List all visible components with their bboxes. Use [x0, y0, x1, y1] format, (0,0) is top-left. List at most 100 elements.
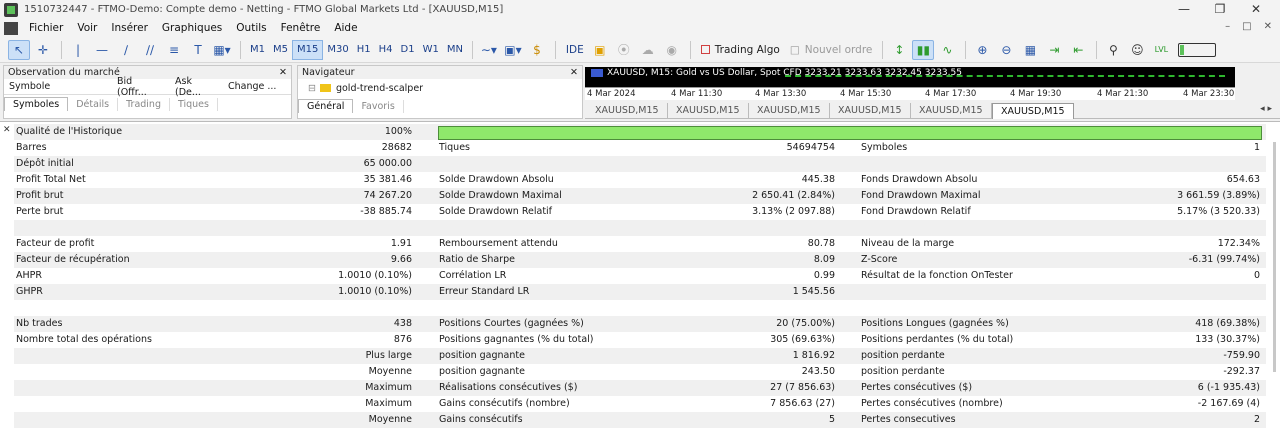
tf-m5[interactable]: M5 [269, 40, 292, 60]
grid-icon[interactable]: ▦ [1019, 40, 1041, 60]
search-icon[interactable]: ⚲ [1102, 40, 1124, 60]
collapse-icon[interactable]: ⊟ [308, 83, 316, 94]
mdi-restore-icon[interactable]: □ [1242, 21, 1251, 32]
chart-tab[interactable]: XAUUSD,M15 [749, 103, 830, 119]
ide-button[interactable]: IDE [561, 40, 589, 60]
chart-tab[interactable]: XAUUSD,M15 [668, 103, 749, 119]
tab-details[interactable]: Détails [68, 98, 119, 111]
account-icon[interactable]: ☺ [1126, 40, 1148, 60]
report-row [14, 156, 1266, 172]
value-a [300, 301, 412, 315]
zoom-out-icon[interactable]: ⊖ [995, 40, 1017, 60]
menu-bar: Fichier Voir Insérer Graphiques Outils F… [0, 19, 1280, 37]
toolbar-separator [965, 40, 967, 59]
menu-file[interactable]: Fichier [22, 22, 70, 34]
label-a: GHPR [16, 286, 43, 297]
chart-tab[interactable]: XAUUSD,M15 [911, 103, 992, 119]
signal-icon[interactable]: ⦿ [613, 40, 635, 60]
col-ask[interactable]: Ask (De... [170, 76, 223, 98]
value-b: 5 [828, 414, 835, 425]
tf-m15[interactable]: M15 [292, 39, 324, 60]
zoom-in-icon[interactable]: ⊕ [971, 40, 993, 60]
new-order-button[interactable]: □ Nouvel ordre [785, 40, 878, 60]
horizontal-line-icon[interactable]: — [91, 40, 113, 60]
label-b: Solde Drawdown Relatif [439, 206, 553, 217]
menu-charts[interactable]: Graphiques [155, 22, 229, 34]
mdi-minimize-icon[interactable]: – [1225, 21, 1230, 32]
cursor-icon[interactable]: ↖ [8, 39, 30, 60]
cloud-icon[interactable]: ☁ [637, 40, 659, 60]
label-c: Positions Longues (gagnées %) [861, 318, 1009, 329]
line-chart-icon[interactable]: ∿ [936, 40, 958, 60]
menu-tools[interactable]: Outils [229, 22, 273, 34]
menu-help[interactable]: Aide [327, 22, 364, 34]
tf-h1[interactable]: H1 [353, 40, 375, 60]
tf-mn[interactable]: MN [443, 40, 467, 60]
dollar-icon[interactable]: $ [526, 40, 548, 60]
tf-d1[interactable]: D1 [397, 40, 419, 60]
chart-shift-icon[interactable]: ⇤ [1067, 40, 1089, 60]
label-c: Fond Drawdown Relatif [861, 206, 971, 217]
minimize-button[interactable]: — [1166, 2, 1202, 16]
label-b: Remboursement attendu [439, 238, 558, 249]
chart-type-icon[interactable]: ∼▾ [478, 40, 500, 60]
tab-trading[interactable]: Trading [118, 98, 170, 111]
tf-h4[interactable]: H4 [375, 40, 397, 60]
tab-scroll-arrows[interactable]: ◂ ▸ [1260, 104, 1272, 114]
menu-insert[interactable]: Insérer [104, 22, 155, 34]
shapes-icon[interactable]: ▦▾ [211, 40, 233, 60]
maximize-button[interactable]: ❐ [1202, 2, 1238, 16]
menu-window[interactable]: Fenêtre [274, 22, 328, 34]
menu-view[interactable]: Voir [70, 22, 104, 34]
vertical-line-icon[interactable]: | [67, 40, 89, 60]
mdi-controls: – □ ✕ [1225, 21, 1272, 32]
navigator-tree-item[interactable]: ⊟ gold-trend-scalper [298, 79, 582, 97]
text-icon[interactable]: T [187, 40, 209, 60]
chart-tab[interactable]: XAUUSD,M15 [830, 103, 911, 119]
crosshair-icon[interactable]: ✛ [32, 40, 54, 60]
value-c: 654.63 [1226, 174, 1260, 185]
navigator-header: Navigateur ✕ [298, 66, 582, 79]
vps-icon[interactable]: ◉ [661, 40, 683, 60]
col-bid[interactable]: Bid (Offr... [112, 76, 170, 98]
chart-tab[interactable]: XAUUSD,M15 [587, 103, 668, 119]
tab-favorites[interactable]: Favoris [353, 100, 404, 113]
tab-general[interactable]: Général [298, 99, 354, 113]
level-icon[interactable]: LVL [1150, 40, 1172, 60]
bar-chart-icon[interactable]: ↕ [888, 40, 910, 60]
tab-ticks[interactable]: Tiques [170, 98, 218, 111]
label-b: Positions gagnantes (% du total) [439, 334, 594, 345]
value-a: 1.0010 (0.10%) [338, 270, 412, 281]
title-bar: 1510732447 - FTMO-Demo: Compte demo - Ne… [0, 0, 1280, 19]
candle-chart-icon[interactable]: ▮▮ [912, 39, 935, 60]
trading-algo-button[interactable]: Trading Algo [696, 40, 785, 60]
mdi-close-icon[interactable]: ✕ [1264, 21, 1272, 32]
fibonacci-icon[interactable]: ≡ [163, 40, 185, 60]
report-row [14, 380, 1266, 396]
label-a: Facteur de récupération [16, 254, 130, 265]
close-button[interactable]: ✕ [1238, 2, 1274, 16]
vertical-scrollbar[interactable] [1273, 142, 1276, 372]
template-icon[interactable]: ▣▾ [502, 40, 524, 60]
chart-tab-active[interactable]: XAUUSD,M15 [992, 103, 1074, 119]
tf-w1[interactable]: W1 [419, 40, 443, 60]
col-change[interactable]: Change ... [223, 81, 281, 92]
value-a: 1.91 [390, 238, 412, 249]
lock-icon[interactable]: ▣ [589, 40, 611, 60]
close-icon[interactable]: ✕ [279, 67, 287, 78]
trendline-icon[interactable]: ∕ [115, 40, 137, 60]
autoscroll-icon[interactable]: ⇥ [1043, 40, 1065, 60]
chart-tabs: XAUUSD,M15 XAUUSD,M15 XAUUSD,M15 XAUUSD,… [585, 101, 1280, 119]
value-b: 1 816.92 [792, 350, 835, 361]
value-a: 1.0010 (0.10%) [338, 286, 412, 297]
col-symbol[interactable]: Symbole [4, 81, 112, 92]
document-icon[interactable] [4, 21, 18, 35]
time-label: 4 Mar 11:30 [671, 89, 723, 99]
channel-icon[interactable]: ∕∕ [139, 40, 161, 60]
close-icon[interactable]: ✕ [570, 67, 578, 78]
tab-symbols[interactable]: Symboles [4, 97, 69, 111]
value-a: Maximum [365, 398, 412, 409]
tf-m1[interactable]: M1 [246, 40, 269, 60]
tf-m30[interactable]: M30 [323, 40, 352, 60]
close-icon[interactable]: ✕ [3, 125, 11, 135]
